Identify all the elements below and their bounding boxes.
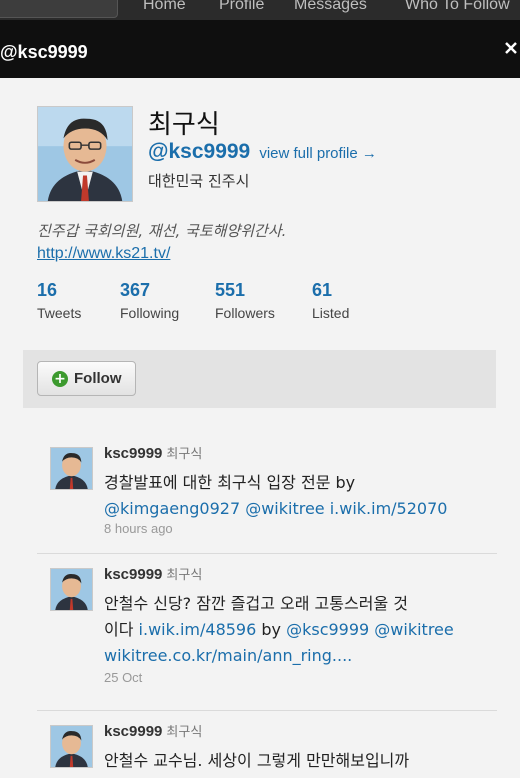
avatar[interactable]: [37, 106, 133, 202]
tweet-display-name: 최구식: [166, 568, 203, 583]
tweet-header: ksc9999 최구식: [104, 564, 202, 583]
tweet-avatar[interactable]: [50, 568, 93, 611]
stat-label: Followers: [215, 305, 275, 321]
close-icon[interactable]: [503, 40, 519, 56]
top-navigation-bar: Home Profile Messages Who To Follow: [0, 0, 520, 20]
tweet-timestamp[interactable]: 8 hours ago: [104, 521, 173, 536]
follow-button-label: Follow: [74, 370, 122, 387]
tweet-username[interactable]: ksc9999: [104, 566, 162, 583]
tweet-url-link[interactable]: wikitree.co.kr/main/ann_ring....: [104, 646, 352, 665]
tweet-avatar[interactable]: [50, 725, 93, 768]
nav-messages[interactable]: Messages: [294, 0, 367, 14]
nav-profile[interactable]: Profile: [219, 0, 264, 14]
stat-label: Following: [120, 305, 180, 321]
stat-following[interactable]: 367 Following: [120, 280, 179, 321]
profile-name: 최구식: [148, 110, 220, 140]
tweet-body: 경찰발표에 대한 최구식 입장 전문 by: [104, 473, 356, 492]
tweet-text: 안철수 교수님. 세상이 그렇게 만만해보입니까: [104, 748, 492, 774]
tweet-timestamp[interactable]: 25 Oct: [104, 670, 142, 685]
tweet-by: by: [261, 620, 281, 639]
tweet-header: ksc9999 최구식: [104, 443, 202, 462]
stat-value: 16: [37, 280, 58, 300]
search-input[interactable]: [0, 0, 118, 18]
search-icon[interactable]: [79, 0, 99, 1]
stat-value: 61: [312, 280, 333, 300]
follow-panel: + Follow: [23, 350, 496, 408]
tweet-mentions-link[interactable]: @kimgaeng0927 @wikitree i.wik.im/52070: [104, 499, 447, 518]
profile-dialog-body: 최구식 @ksc9999 view full profile → 대한민국 진주…: [0, 78, 520, 778]
nav-who-to-follow[interactable]: Who To Follow: [405, 0, 510, 14]
stat-label: Listed: [312, 305, 350, 321]
tweet-body: 안철수 신당? 잠깐 즐겁고 오래 고통스러울 것: [104, 594, 408, 613]
stat-label: Tweets: [37, 305, 82, 321]
stat-listed[interactable]: 61 Listed: [312, 280, 349, 321]
profile-bio: 진주갑 국회의원, 재선, 국토해양위간사.: [37, 222, 287, 240]
stat-value: 367: [120, 280, 151, 300]
tweet-username[interactable]: ksc9999: [104, 723, 162, 740]
view-full-profile-link[interactable]: view full profile →: [259, 145, 377, 162]
dialog-title: @ksc9999: [0, 42, 88, 62]
tweet-short-link[interactable]: i.wik.im/48596: [139, 620, 257, 639]
profile-handle[interactable]: @ksc9999: [148, 140, 250, 163]
plus-icon: +: [52, 371, 68, 387]
stat-followers[interactable]: 551 Followers: [215, 280, 275, 321]
tweet-header: ksc9999 최구식: [104, 721, 202, 740]
tweet-username[interactable]: ksc9999: [104, 445, 162, 462]
nav-home[interactable]: Home: [143, 0, 186, 14]
tweet-item: ksc9999 최구식 안철수 신당? 잠깐 즐겁고 오래 고통스러울 것 이다 …: [37, 555, 497, 711]
tweet-body: 안철수 교수님. 세상이 그렇게 만만해보입니까: [104, 751, 410, 770]
tweet-item: ksc9999 최구식 안철수 교수님. 세상이 그렇게 만만해보입니까: [37, 712, 497, 778]
tweet-body: 이다: [104, 620, 134, 639]
profile-dialog-header: @ksc9999: [0, 20, 520, 78]
handle-line: @ksc9999 view full profile →: [148, 140, 377, 164]
tweet-text: 경찰발표에 대한 최구식 입장 전문 by @kimgaeng0927 @wik…: [104, 470, 492, 522]
follow-button[interactable]: + Follow: [37, 361, 136, 396]
tweet-mentions-link[interactable]: @ksc9999 @wikitree: [286, 620, 454, 639]
tweet-display-name: 최구식: [166, 725, 203, 740]
stat-value: 551: [215, 280, 246, 300]
tweet-avatar[interactable]: [50, 447, 93, 490]
profile-location: 대한민국 진주시: [148, 172, 250, 190]
tweet-item: ksc9999 최구식 경찰발표에 대한 최구식 입장 전문 by @kimgae…: [37, 434, 497, 554]
tweet-display-name: 최구식: [166, 447, 203, 462]
profile-url-link[interactable]: http://www.ks21.tv/: [37, 245, 170, 263]
stat-tweets[interactable]: 16 Tweets: [37, 280, 81, 321]
tweet-text: 안철수 신당? 잠깐 즐겁고 오래 고통스러울 것 이다 i.wik.im/48…: [104, 591, 492, 669]
